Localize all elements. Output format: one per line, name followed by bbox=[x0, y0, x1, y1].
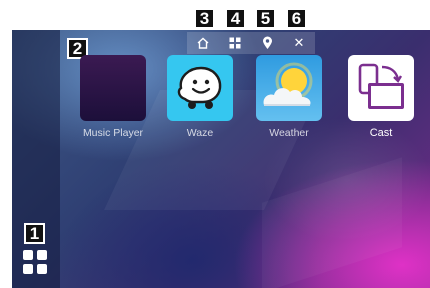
app-music-player[interactable]: Music Player bbox=[78, 55, 148, 145]
background-facet bbox=[262, 157, 402, 288]
weather-sun-cloud-icon bbox=[256, 55, 322, 121]
callout-1: 1 bbox=[24, 223, 45, 244]
grid-icon bbox=[229, 37, 241, 49]
callout-3: 3 bbox=[194, 8, 215, 29]
callout-5: 5 bbox=[255, 8, 276, 29]
location-button[interactable] bbox=[251, 32, 283, 54]
close-button[interactable]: ✕ bbox=[283, 32, 315, 54]
home-button[interactable] bbox=[187, 32, 219, 54]
apps-grid-icon bbox=[23, 264, 33, 274]
app-label: Weather bbox=[269, 127, 309, 139]
cast-screens-icon bbox=[348, 55, 414, 121]
home-icon bbox=[197, 37, 209, 49]
apps-grid-icon bbox=[37, 250, 47, 260]
close-icon: ✕ bbox=[293, 35, 305, 51]
music-waveform-icon bbox=[80, 55, 146, 121]
app-waze[interactable]: Waze bbox=[165, 55, 235, 145]
waze-icon bbox=[167, 55, 233, 121]
app-cast[interactable]: Cast bbox=[346, 55, 416, 145]
app-label: Music Player bbox=[82, 127, 144, 139]
apps-grid-icon bbox=[37, 264, 47, 274]
app-toolbar: ✕ bbox=[187, 32, 315, 54]
app-label: Cast bbox=[369, 127, 393, 139]
location-pin-icon bbox=[262, 36, 272, 49]
app-weather[interactable]: Weather bbox=[254, 55, 324, 145]
grid-button[interactable] bbox=[219, 32, 251, 54]
callout-4: 4 bbox=[225, 8, 246, 29]
apps-grid-icon bbox=[23, 250, 33, 260]
app-label: Waze bbox=[186, 127, 214, 139]
callout-6: 6 bbox=[286, 8, 307, 29]
all-apps-button[interactable] bbox=[23, 250, 47, 274]
